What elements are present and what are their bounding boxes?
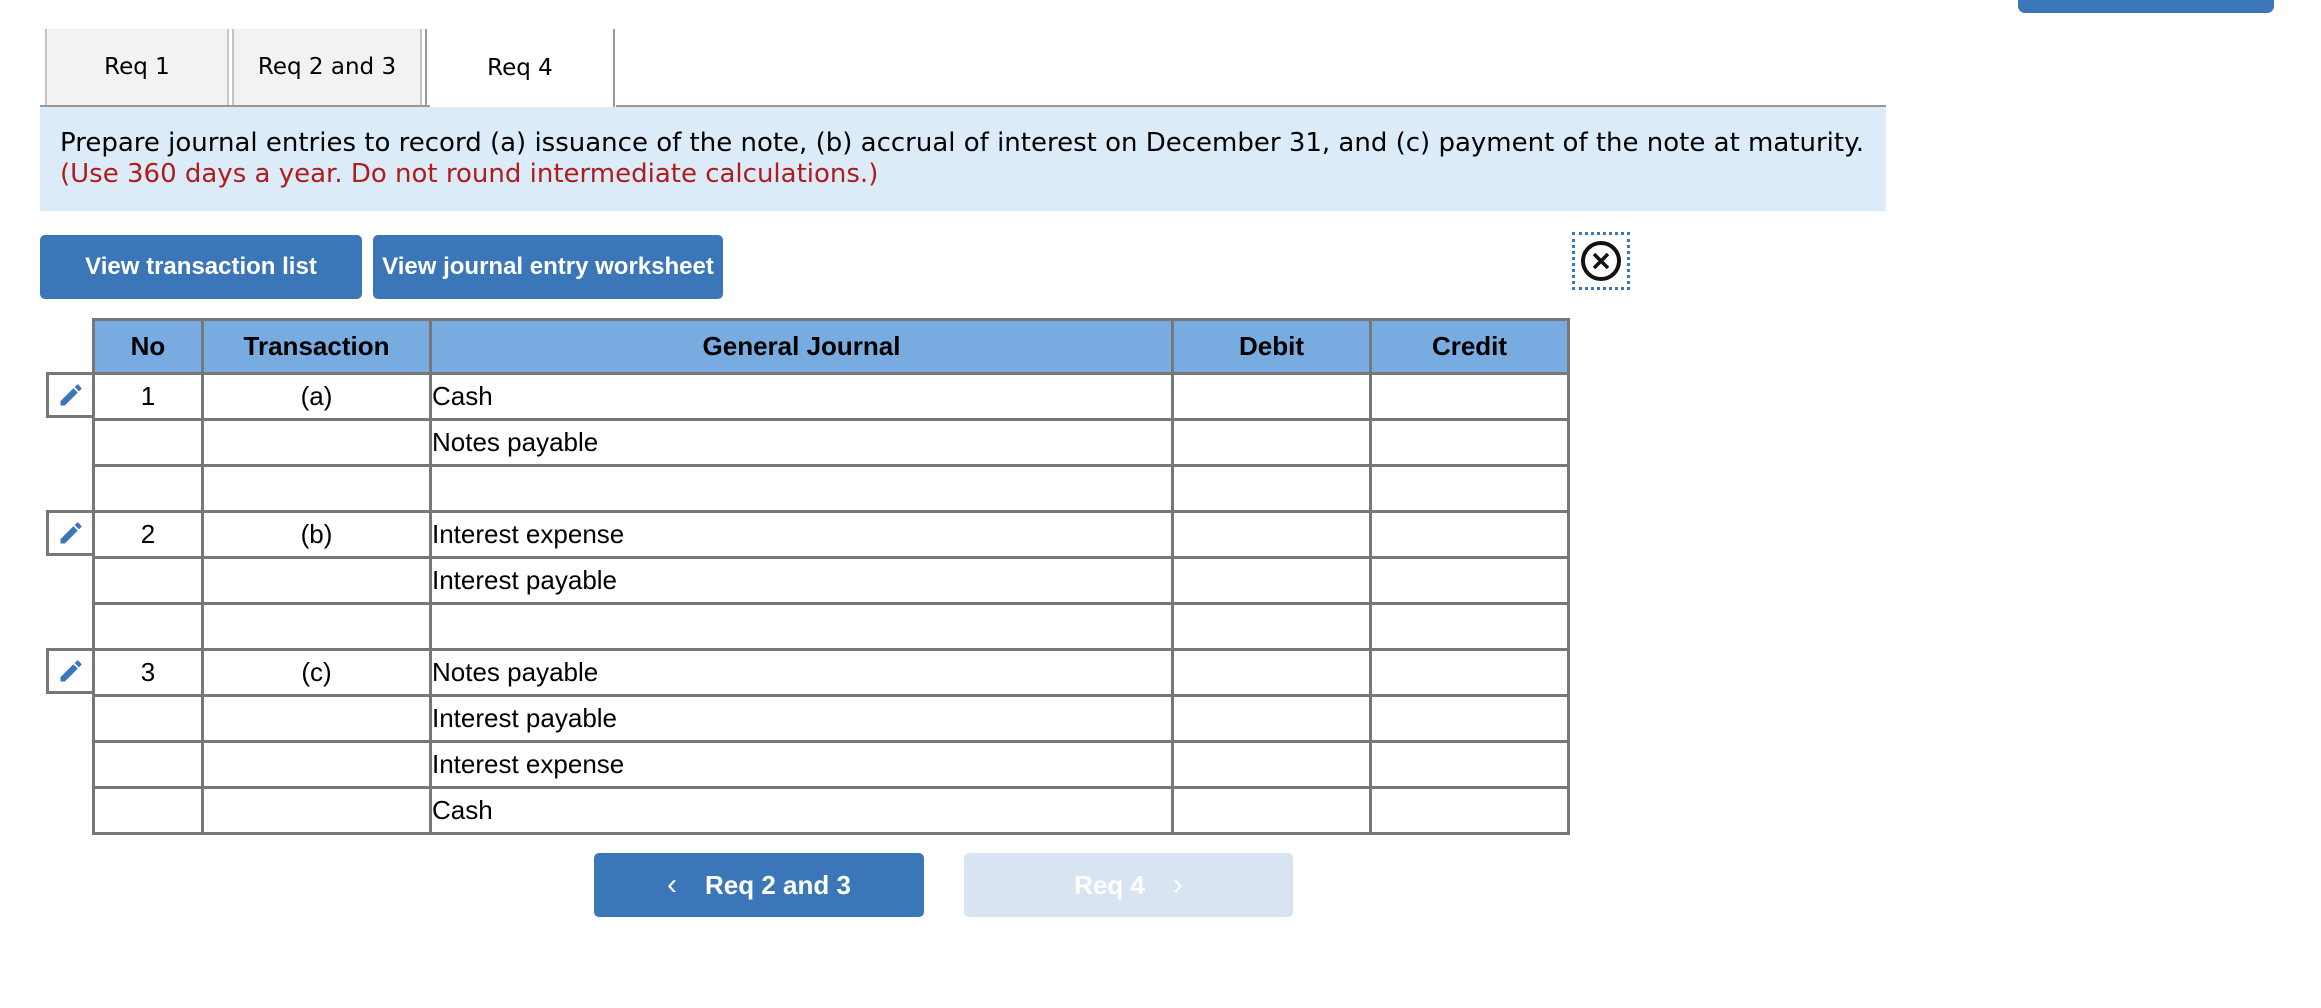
credit-cell[interactable] bbox=[1369, 740, 1570, 789]
credit-cell[interactable] bbox=[1369, 694, 1570, 743]
account-cell[interactable] bbox=[429, 464, 1174, 513]
credit-cell[interactable] bbox=[1369, 372, 1570, 421]
header-transaction: Transaction bbox=[201, 318, 432, 375]
table-row bbox=[92, 464, 1570, 513]
credit-cell[interactable] bbox=[1369, 602, 1570, 651]
transaction-cell[interactable]: (c) bbox=[201, 648, 432, 697]
table-row: 3 (c) Notes payable bbox=[92, 648, 1570, 697]
debit-cell[interactable] bbox=[1171, 740, 1372, 789]
table-row: Interest expense bbox=[92, 740, 1570, 789]
prev-req-button[interactable]: ‹ Req 2 and 3 bbox=[594, 853, 924, 917]
debit-cell[interactable] bbox=[1171, 464, 1372, 513]
account-cell[interactable]: Interest expense bbox=[429, 510, 1174, 559]
debit-cell[interactable] bbox=[1171, 694, 1372, 743]
instructions-text: Prepare journal entries to record (a) is… bbox=[60, 128, 1865, 158]
debit-cell[interactable] bbox=[1171, 418, 1372, 467]
credit-cell[interactable] bbox=[1369, 648, 1570, 697]
transaction-cell[interactable]: (b) bbox=[201, 510, 432, 559]
table-row: Interest payable bbox=[92, 694, 1570, 743]
account-cell[interactable]: Interest payable bbox=[429, 694, 1174, 743]
edit-entry-3-button[interactable] bbox=[46, 648, 92, 694]
row-number bbox=[92, 464, 204, 513]
table-row: 1 (a) Cash bbox=[92, 372, 1570, 421]
table-header-row: No Transaction General Journal Debit Cre… bbox=[92, 318, 1570, 375]
tab-label: Req 4 bbox=[487, 55, 553, 81]
header-credit: Credit bbox=[1369, 318, 1570, 375]
credit-cell[interactable] bbox=[1369, 556, 1570, 605]
account-cell[interactable]: Notes payable bbox=[429, 648, 1174, 697]
tab-req-2-and-3[interactable]: Req 2 and 3 bbox=[232, 29, 422, 107]
journal-table: No Transaction General Journal Debit Cre… bbox=[92, 318, 1570, 835]
tab-label: Req 1 bbox=[104, 54, 170, 80]
instructions-note: (Use 360 days a year. Do not round inter… bbox=[60, 159, 879, 189]
header-debit: Debit bbox=[1171, 318, 1372, 375]
row-number: 2 bbox=[92, 510, 204, 559]
transaction-cell[interactable] bbox=[201, 694, 432, 743]
debit-cell[interactable] bbox=[1171, 786, 1372, 835]
close-button[interactable] bbox=[1572, 232, 1630, 290]
view-journal-entry-worksheet-button[interactable]: View journal entry worksheet bbox=[373, 235, 723, 299]
row-number bbox=[92, 556, 204, 605]
requirement-tabs: Req 1 Req 2 and 3 Req 4 bbox=[45, 29, 615, 107]
row-number bbox=[92, 418, 204, 467]
tab-label: Req 2 and 3 bbox=[257, 54, 397, 80]
prev-req-label: Req 2 and 3 bbox=[705, 869, 851, 900]
transaction-cell[interactable] bbox=[201, 556, 432, 605]
tab-req-4[interactable]: Req 4 bbox=[425, 29, 615, 107]
debit-cell[interactable] bbox=[1171, 510, 1372, 559]
row-number bbox=[92, 740, 204, 789]
debit-cell[interactable] bbox=[1171, 556, 1372, 605]
row-number bbox=[92, 602, 204, 651]
account-cell[interactable]: Cash bbox=[429, 372, 1174, 421]
debit-cell[interactable] bbox=[1171, 372, 1372, 421]
close-circle-icon bbox=[1581, 241, 1621, 281]
pencil-icon bbox=[60, 660, 82, 682]
transaction-cell[interactable]: (a) bbox=[201, 372, 432, 421]
transaction-cell[interactable] bbox=[201, 602, 432, 651]
edit-entry-1-button[interactable] bbox=[46, 372, 92, 418]
header-general-journal: General Journal bbox=[429, 318, 1174, 375]
transaction-cell[interactable] bbox=[201, 418, 432, 467]
table-row bbox=[92, 602, 1570, 651]
view-transaction-list-button[interactable]: View transaction list bbox=[40, 235, 362, 299]
table-row: Notes payable bbox=[92, 418, 1570, 467]
pencil-icon bbox=[60, 384, 82, 406]
header-no: No bbox=[92, 318, 204, 375]
pencil-icon bbox=[60, 522, 82, 544]
transaction-cell[interactable] bbox=[201, 740, 432, 789]
row-number bbox=[92, 786, 204, 835]
top-action-button[interactable] bbox=[2018, 0, 2274, 13]
credit-cell[interactable] bbox=[1369, 418, 1570, 467]
chevron-right-icon: › bbox=[1172, 868, 1183, 901]
transaction-cell[interactable] bbox=[201, 786, 432, 835]
row-number bbox=[92, 694, 204, 743]
table-row: 2 (b) Interest expense bbox=[92, 510, 1570, 559]
account-cell[interactable]: Interest expense bbox=[429, 740, 1174, 789]
credit-cell[interactable] bbox=[1369, 464, 1570, 513]
credit-cell[interactable] bbox=[1369, 786, 1570, 835]
instructions-box: Prepare journal entries to record (a) is… bbox=[40, 107, 1886, 211]
next-req-button: Req 4 › bbox=[964, 853, 1293, 917]
debit-cell[interactable] bbox=[1171, 602, 1372, 651]
account-cell[interactable] bbox=[429, 602, 1174, 651]
credit-cell[interactable] bbox=[1369, 510, 1570, 559]
debit-cell[interactable] bbox=[1171, 648, 1372, 697]
account-cell[interactable]: Cash bbox=[429, 786, 1174, 835]
table-row: Interest payable bbox=[92, 556, 1570, 605]
account-cell[interactable]: Interest payable bbox=[429, 556, 1174, 605]
edit-entry-2-button[interactable] bbox=[46, 510, 92, 556]
row-number: 3 bbox=[92, 648, 204, 697]
table-row: Cash bbox=[92, 786, 1570, 835]
transaction-cell[interactable] bbox=[201, 464, 432, 513]
chevron-left-icon: ‹ bbox=[667, 868, 678, 901]
row-number: 1 bbox=[92, 372, 204, 421]
next-req-label: Req 4 bbox=[1074, 869, 1145, 900]
account-cell[interactable]: Notes payable bbox=[429, 418, 1174, 467]
tab-req-1[interactable]: Req 1 bbox=[45, 29, 229, 107]
